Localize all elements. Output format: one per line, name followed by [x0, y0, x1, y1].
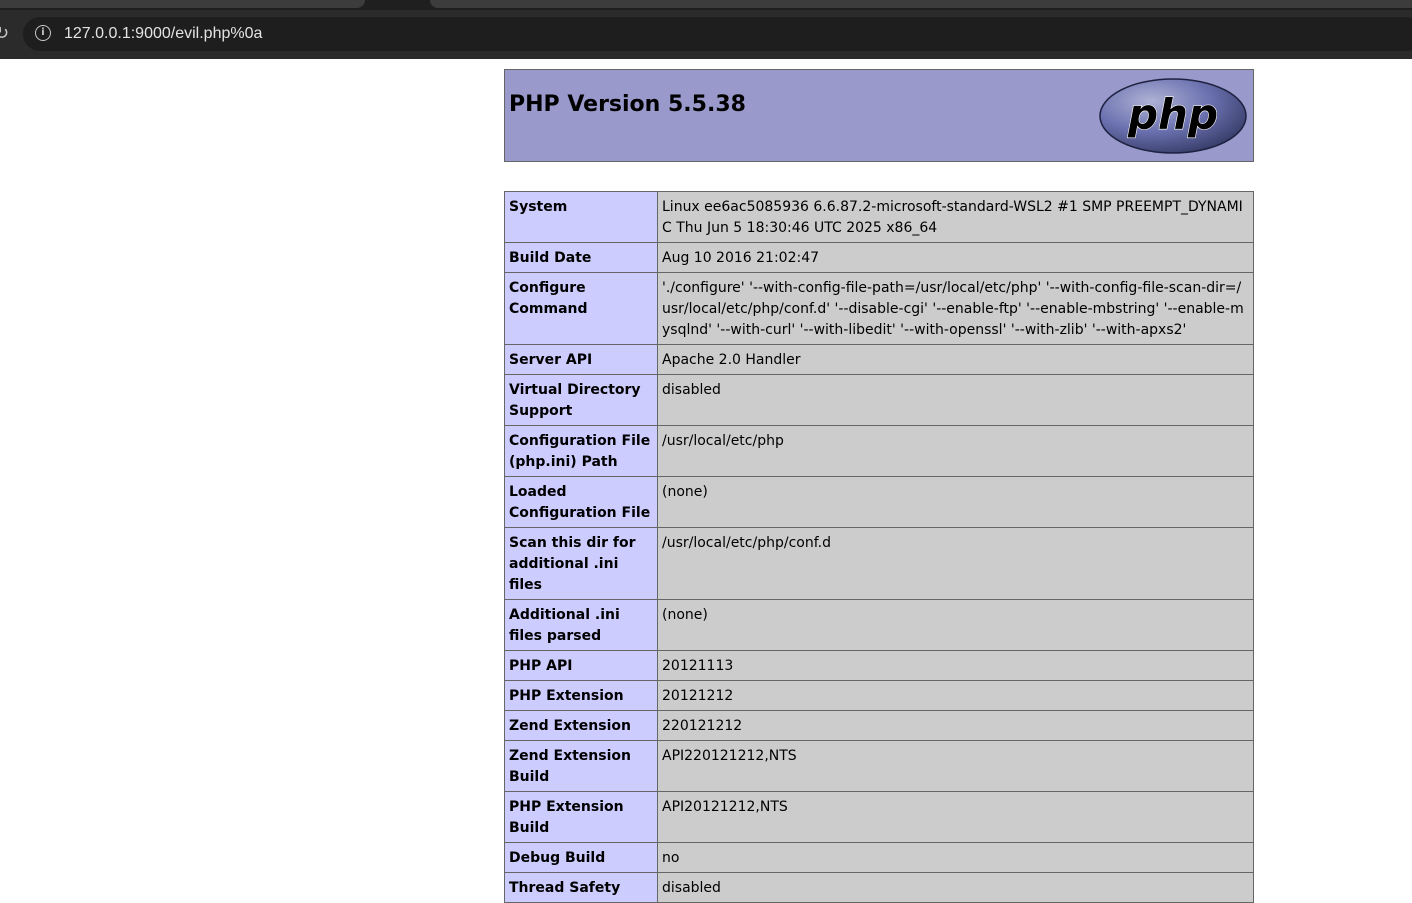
row-value: API20121212,NTS [657, 791, 1254, 843]
row-value: API220121212,NTS [657, 740, 1254, 792]
row-value: disabled [657, 872, 1254, 903]
page-title: PHP Version 5.5.38 [509, 92, 746, 117]
row-key: Virtual Directory Support [504, 374, 658, 426]
row-key: PHP Extension Build [504, 791, 658, 843]
table-row: System Linux ee6ac5085936 6.6.87.2-micros… [504, 191, 1254, 243]
row-value: disabled [657, 374, 1254, 426]
site-info-icon[interactable]: i [35, 25, 51, 41]
table-row: Configure Command './configure' '--with-c… [504, 272, 1254, 345]
row-key: Thread Safety [504, 872, 658, 903]
row-key: System [504, 191, 658, 243]
browser-toolbar: ↻ i 127.0.0.1:9000/evil.php%0a [0, 10, 1412, 59]
row-value: (none) [657, 599, 1254, 651]
table-row: Scan this dir for additional .ini files /… [504, 527, 1254, 600]
row-value: no [657, 842, 1254, 873]
row-value: (none) [657, 476, 1254, 528]
row-key: Debug Build [504, 842, 658, 873]
phpinfo-table: System Linux ee6ac5085936 6.6.87.2-micros… [504, 191, 1254, 903]
row-key: PHP Extension [504, 680, 658, 711]
row-key: Zend Extension Build [504, 740, 658, 792]
tab-strip [0, 0, 1412, 10]
table-row: Thread Safety disabled [504, 872, 1254, 903]
row-value: 220121212 [657, 710, 1254, 741]
table-row: Virtual Directory Support disabled [504, 374, 1254, 426]
row-value: Apache 2.0 Handler [657, 344, 1254, 375]
table-row: Server API Apache 2.0 Handler [504, 344, 1254, 375]
php-logo-text: php [1127, 90, 1218, 139]
row-key: Build Date [504, 242, 658, 273]
table-row: PHP API 20121113 [504, 650, 1254, 681]
table-row: Build Date Aug 10 2016 21:02:47 [504, 242, 1254, 273]
row-key: Server API [504, 344, 658, 375]
row-key: Zend Extension [504, 710, 658, 741]
table-row: Zend Extension 220121212 [504, 710, 1254, 741]
phpinfo-content: PHP Version 5.5.38 php [504, 69, 1254, 162]
table-row: PHP Extension 20121212 [504, 680, 1254, 711]
row-value: Aug 10 2016 21:02:47 [657, 242, 1254, 273]
row-value: './configure' '--with-config-file-path=/… [657, 272, 1254, 345]
table-row: Loaded Configuration File (none) [504, 476, 1254, 528]
table-row: Debug Build no [504, 842, 1254, 873]
table-row: Configuration File (php.ini) Path/usr/lo… [504, 425, 1254, 477]
table-row: Zend Extension Build API220121212,NTS [504, 740, 1254, 792]
table-row: Additional .ini files parsed (none) [504, 599, 1254, 651]
table-row: PHP Extension Build API20121212,NTS [504, 791, 1254, 843]
browser-tab-active[interactable] [430, 0, 1412, 8]
row-value: Linux ee6ac5085936 6.6.87.2-microsoft-st… [657, 191, 1254, 243]
row-value: 20121212 [657, 680, 1254, 711]
row-value: 20121113 [657, 650, 1254, 681]
row-key: Configure Command [504, 272, 658, 345]
phpinfo-header: PHP Version 5.5.38 php [504, 69, 1254, 162]
address-bar[interactable]: i 127.0.0.1:9000/evil.php%0a [23, 17, 1412, 51]
row-key: Loaded Configuration File [504, 476, 658, 528]
url-text[interactable]: 127.0.0.1:9000/evil.php%0a [64, 24, 262, 44]
php-logo-icon[interactable]: php [1098, 77, 1248, 155]
row-value: /usr/local/etc/php [657, 425, 1254, 477]
browser-tab[interactable] [0, 0, 365, 8]
reload-icon[interactable]: ↻ [0, 24, 12, 44]
row-key: PHP API [504, 650, 658, 681]
row-key: Scan this dir for additional .ini files [504, 527, 658, 600]
row-key: Additional .ini files parsed [504, 599, 658, 651]
row-value: /usr/local/etc/php/conf.d [657, 527, 1254, 600]
row-key: Configuration File (php.ini) Path [504, 425, 658, 477]
